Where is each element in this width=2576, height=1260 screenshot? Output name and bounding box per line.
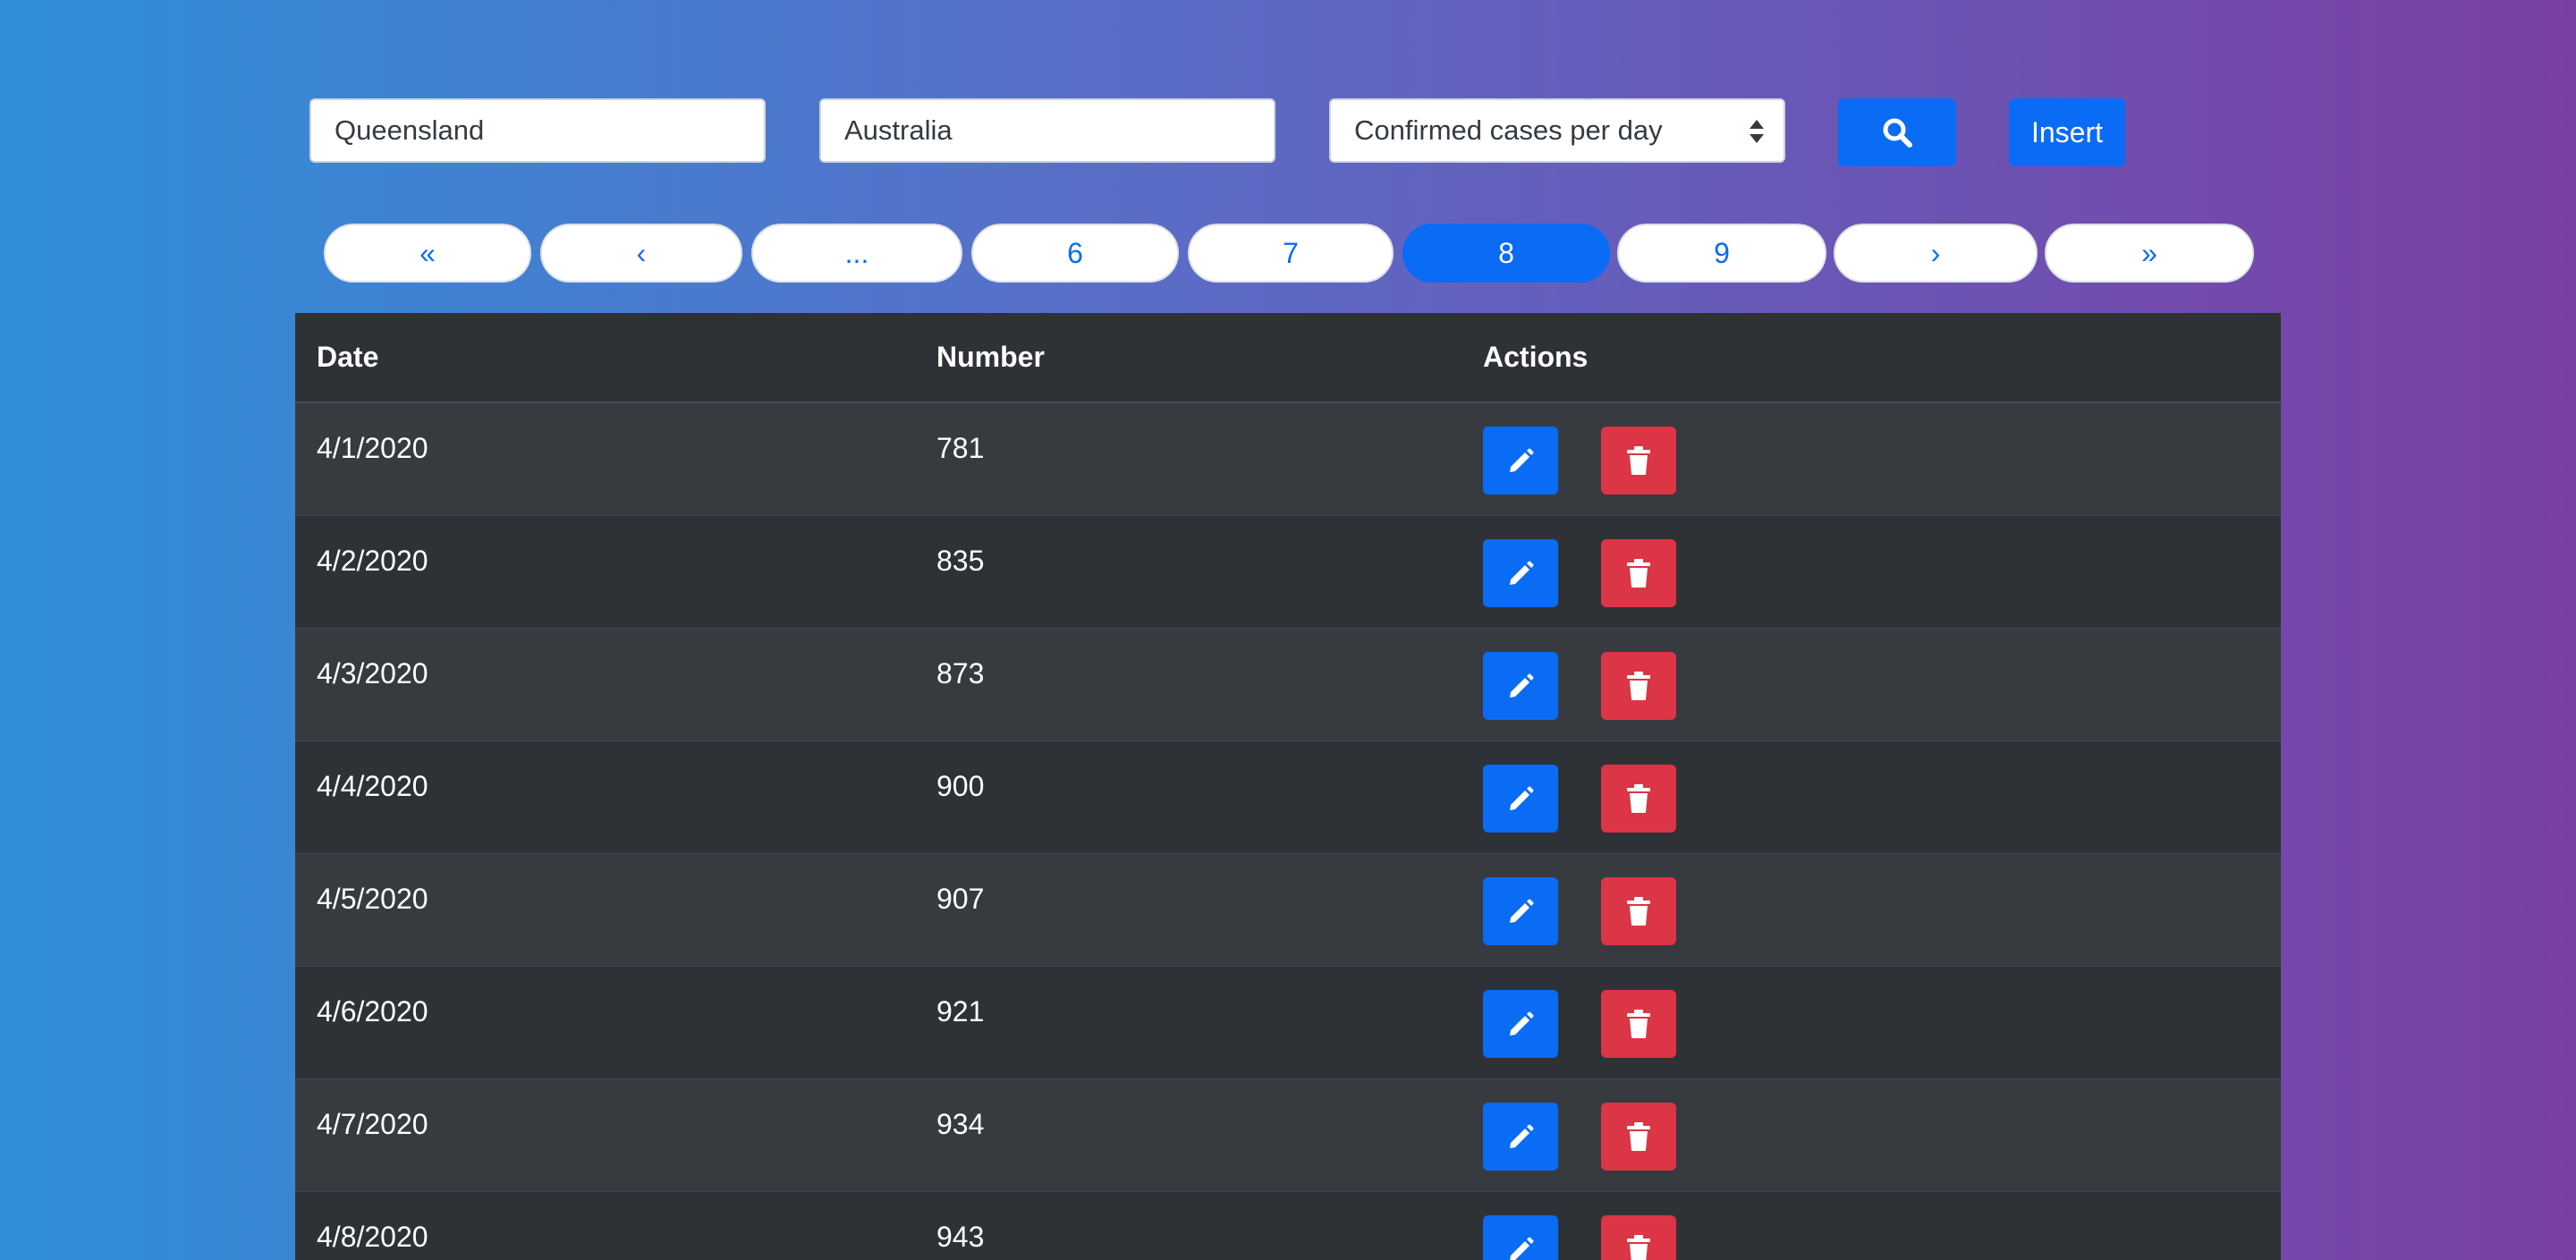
cell-number: 835 <box>915 515 1462 629</box>
edit-button[interactable] <box>1483 1214 1558 1260</box>
column-header-actions: Actions <box>1462 313 2281 403</box>
page-6-label: 6 <box>1067 236 1083 269</box>
table-body: 4/1/2020 781 4/2/2020 835 4/3/2020 873 4… <box>295 402 2281 1260</box>
cell-actions <box>1462 1078 2281 1192</box>
cell-actions <box>1462 628 2281 741</box>
insert-button-label: Insert <box>2030 115 2104 148</box>
cell-date: 4/7/2020 <box>295 1078 915 1192</box>
page-6-button[interactable]: 6 <box>971 224 1179 283</box>
trash-icon <box>1627 1234 1650 1260</box>
edit-button[interactable] <box>1483 1102 1558 1171</box>
table-row: 4/3/2020 873 <box>295 628 2281 741</box>
trash-icon <box>1627 446 1650 475</box>
edit-button[interactable] <box>1483 538 1558 607</box>
cell-date: 4/1/2020 <box>295 402 915 516</box>
page-9-label: 9 <box>1714 236 1730 269</box>
metric-select[interactable]: Confirmed cases per day <box>1329 98 1785 163</box>
filter-toolbar: Confirmed cases per day Insert <box>309 98 2277 166</box>
trash-icon <box>1627 671 1650 700</box>
page-next-label: › <box>1930 236 1941 269</box>
page-ellipsis[interactable]: ... <box>751 224 962 283</box>
pencil-icon <box>1510 673 1534 698</box>
cell-number: 900 <box>915 740 1462 854</box>
cell-date: 4/6/2020 <box>295 966 915 1079</box>
delete-button[interactable] <box>1601 876 1676 945</box>
search-icon <box>1883 118 1912 148</box>
cell-number: 934 <box>915 1078 1462 1192</box>
country-input[interactable] <box>819 98 1275 163</box>
page-last-button[interactable]: » <box>2045 224 2254 283</box>
page-7-button[interactable]: 7 <box>1188 224 1394 283</box>
pencil-icon <box>1510 448 1534 472</box>
delete-button[interactable] <box>1601 989 1676 1058</box>
pencil-icon <box>1510 786 1534 810</box>
cell-number: 907 <box>915 853 1462 967</box>
page-7-label: 7 <box>1283 236 1299 269</box>
cell-actions <box>1462 515 2281 629</box>
cell-number: 943 <box>915 1191 1462 1260</box>
table-row: 4/5/2020 907 <box>295 853 2281 967</box>
pencil-icon <box>1510 561 1534 585</box>
pencil-icon <box>1510 1237 1534 1260</box>
column-header-date: Date <box>295 313 915 403</box>
page-first-button[interactable]: « <box>324 224 531 283</box>
insert-button[interactable]: Insert <box>2009 98 2125 166</box>
table-header: Date Number Actions <box>295 313 2281 403</box>
pencil-icon <box>1510 1124 1534 1148</box>
delete-button[interactable] <box>1601 651 1676 720</box>
sort-caret-icon <box>1750 120 1764 143</box>
metric-select-value: Confirmed cases per day <box>1354 114 1663 146</box>
page-first-label: « <box>419 236 436 269</box>
table-row: 4/8/2020 943 <box>295 1191 2281 1260</box>
trash-icon <box>1627 1009 1650 1038</box>
page-ellipsis-label: ... <box>844 236 869 269</box>
page-last-label: » <box>2141 236 2157 269</box>
cell-date: 4/4/2020 <box>295 740 915 854</box>
cell-number: 873 <box>915 628 1462 741</box>
table-row: 4/4/2020 900 <box>295 740 2281 854</box>
page-8-label: 8 <box>1498 236 1514 269</box>
state-input[interactable] <box>309 98 766 163</box>
data-table: Date Number Actions 4/1/2020 781 4/2/202… <box>295 313 2281 1260</box>
edit-button[interactable] <box>1483 989 1558 1058</box>
cell-date: 4/3/2020 <box>295 628 915 741</box>
pencil-icon <box>1510 1011 1534 1036</box>
cell-actions <box>1462 853 2281 967</box>
cell-actions <box>1462 402 2281 516</box>
table-row: 4/7/2020 934 <box>295 1078 2281 1192</box>
cell-date: 4/2/2020 <box>295 515 915 629</box>
cell-date: 4/5/2020 <box>295 853 915 967</box>
column-header-number: Number <box>915 313 1462 403</box>
pencil-icon <box>1510 899 1534 923</box>
delete-button[interactable] <box>1601 427 1676 495</box>
trash-icon <box>1627 896 1650 926</box>
trash-icon <box>1627 783 1650 813</box>
delete-button[interactable] <box>1601 1214 1676 1260</box>
edit-button[interactable] <box>1483 876 1558 945</box>
edit-button[interactable] <box>1483 651 1558 720</box>
trash-icon <box>1627 558 1650 588</box>
cell-number: 921 <box>915 966 1462 1079</box>
edit-button[interactable] <box>1483 427 1558 495</box>
page-8-button-active[interactable]: 8 <box>1402 224 1610 283</box>
data-table-container: Date Number Actions 4/1/2020 781 4/2/202… <box>295 313 2281 1260</box>
table-row: 4/6/2020 921 <box>295 966 2281 1079</box>
trash-icon <box>1627 1121 1650 1151</box>
cell-actions <box>1462 966 2281 1079</box>
page-prev-label: ‹ <box>636 236 647 269</box>
page-next-button[interactable]: › <box>1834 224 2038 283</box>
cell-actions <box>1462 1191 2281 1260</box>
edit-button[interactable] <box>1483 764 1558 833</box>
delete-button[interactable] <box>1601 1102 1676 1171</box>
cell-actions <box>1462 740 2281 854</box>
page-prev-button[interactable]: ‹ <box>540 224 742 283</box>
delete-button[interactable] <box>1601 764 1676 833</box>
table-row: 4/1/2020 781 <box>295 402 2281 516</box>
page-9-button[interactable]: 9 <box>1617 224 1826 283</box>
search-button[interactable] <box>1838 98 1956 166</box>
cell-date: 4/8/2020 <box>295 1191 915 1260</box>
cell-number: 781 <box>915 402 1462 516</box>
delete-button[interactable] <box>1601 538 1676 607</box>
table-row: 4/2/2020 835 <box>295 515 2281 629</box>
